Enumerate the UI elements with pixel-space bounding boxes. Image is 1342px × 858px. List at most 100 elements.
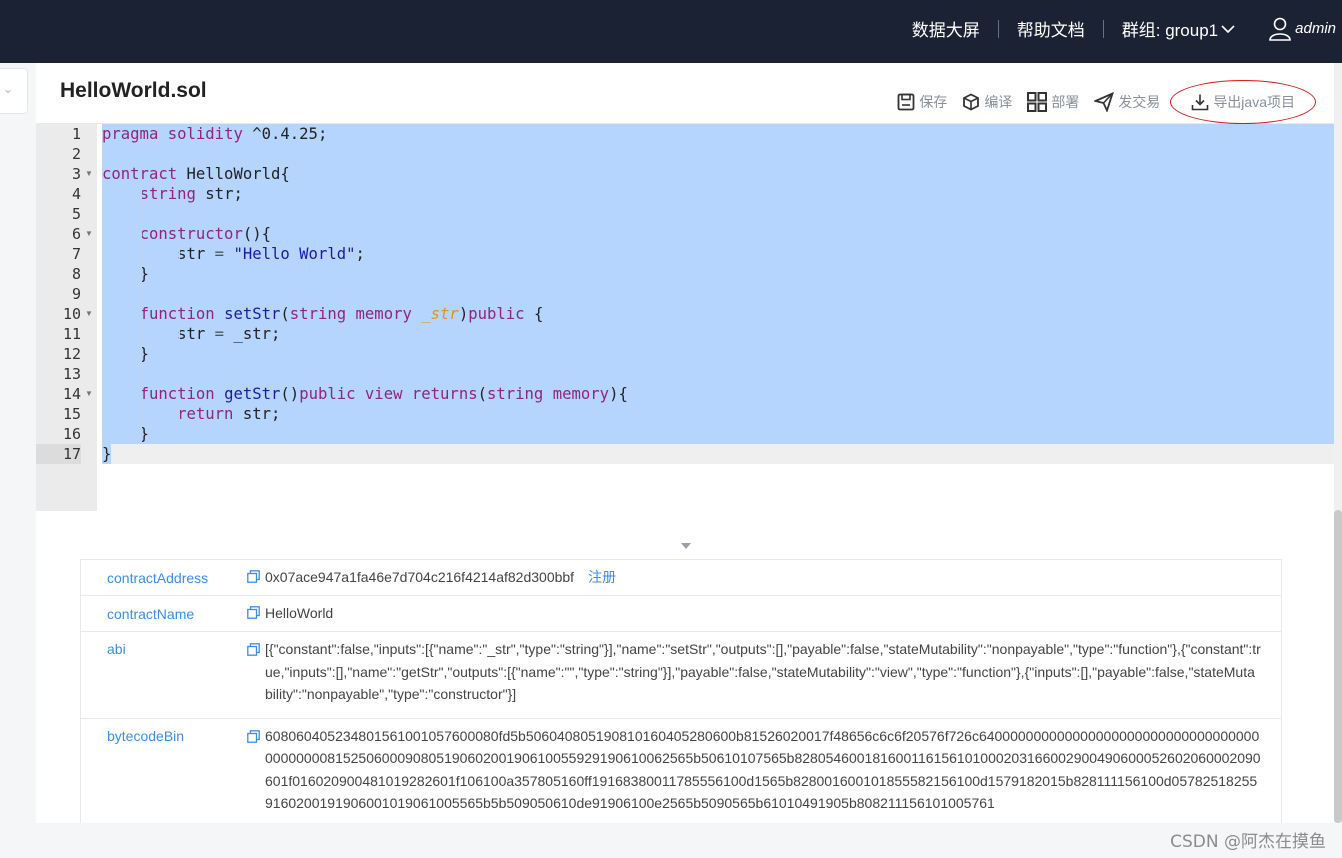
code-line: 11 str = _str; xyxy=(36,324,1334,344)
abi-label: abi xyxy=(107,641,126,657)
code-line: 8 } xyxy=(36,264,1334,284)
bytecode-value: 608060405234801561001057600080fd5b506040… xyxy=(265,727,1261,812)
bytecode-label: bytecodeBin xyxy=(107,727,185,744)
left-panel xyxy=(0,63,36,823)
code-text xyxy=(102,284,1334,304)
code-line: 7 str = "Hello World"; xyxy=(36,244,1334,264)
code-line: 6 ▼ constructor(){ xyxy=(36,224,1334,244)
code-line: 15 return str; xyxy=(36,404,1334,424)
info-row-contract-address: contractAddress 0x07ace947a1fa46e7d704c2… xyxy=(81,560,1281,596)
user-icon xyxy=(1269,17,1291,41)
username: admin xyxy=(1295,20,1336,37)
code-text: function getStr()public view returns(str… xyxy=(102,384,1334,404)
cube-icon xyxy=(963,93,980,111)
code-line: 10 ▼ function setStr(string memory _str)… xyxy=(36,304,1334,324)
line-number: 1 xyxy=(71,125,81,143)
send-transaction-button[interactable]: 发交易 xyxy=(1094,92,1160,112)
fold-toggle-icon[interactable]: ▼ xyxy=(85,164,93,184)
line-number: 8 xyxy=(71,265,81,283)
chevron-down-icon xyxy=(1221,24,1235,33)
code-text: function setStr(string memory _str)publi… xyxy=(102,304,1334,324)
save-label: 保存 xyxy=(919,94,948,110)
save-button[interactable]: 保存 xyxy=(897,92,947,112)
group-label: 群组: group1 xyxy=(1121,21,1219,40)
code-line: 9 xyxy=(36,284,1334,304)
code-text: } xyxy=(102,264,1334,284)
line-number: 12 xyxy=(62,345,81,363)
code-text: constructor(){ xyxy=(102,224,1334,244)
deploy-label: 部署 xyxy=(1051,94,1080,110)
top-bar: 数据大屏 帮助文档 群组: group1 admin xyxy=(0,0,1342,63)
line-number: 5 xyxy=(71,205,81,223)
code-line: 5 xyxy=(36,204,1334,224)
line-number: 9 xyxy=(71,285,81,303)
nav-dashboard[interactable]: 数据大屏 xyxy=(894,16,998,41)
contract-address-text: 0x07ace947a1fa46e7d704c216f4214af82d300b… xyxy=(265,569,575,586)
code-text: } xyxy=(102,444,112,464)
line-number: 10 xyxy=(62,305,81,323)
code-text: } xyxy=(102,344,1334,364)
page-scrollbar-thumb[interactable] xyxy=(1334,510,1342,823)
code-line-active: 17 } xyxy=(36,444,1334,464)
send-icon xyxy=(1094,92,1115,112)
code-text: pragma solidity ^0.4.25; xyxy=(102,124,1334,144)
indent-guide xyxy=(179,404,180,424)
info-row-abi: abi [{"constant":false,"inputs":[{"name"… xyxy=(81,632,1281,719)
fold-toggle-icon[interactable]: ▼ xyxy=(85,384,93,404)
fold-toggle-icon[interactable]: ▼ xyxy=(85,304,93,324)
line-number: 3 xyxy=(71,165,81,183)
chevron-down-icon: ⌄ xyxy=(3,82,14,96)
info-row-bytecode: bytecodeBin 6080604052348015610010576000… xyxy=(81,719,1281,827)
save-icon xyxy=(897,93,915,111)
line-number: 13 xyxy=(62,365,81,383)
line-number: 15 xyxy=(62,405,81,423)
file-name: HelloWorld.sol xyxy=(60,79,207,102)
export-java-project-button[interactable]: 导出java项目 xyxy=(1170,80,1316,124)
code-text xyxy=(102,204,1334,224)
line-number: 6 xyxy=(71,225,81,243)
contract-name-label: contractName xyxy=(107,605,195,622)
line-number: 11 xyxy=(62,325,81,343)
toolbar: 保存 编译 部署 发交易 导出java项目 xyxy=(882,80,1316,124)
compile-button[interactable]: 编译 xyxy=(962,92,1012,112)
top-nav: 数据大屏 帮助文档 群组: group1 admin xyxy=(894,0,1342,57)
abi-value: [{"constant":false,"inputs":[{"name":"_s… xyxy=(265,641,1261,702)
fold-toggle-icon[interactable]: ▼ xyxy=(85,224,93,244)
editor-panel: HelloWorld.sol 保存 编译 部署 发交易 导出java项目 1 p… xyxy=(36,63,1334,828)
code-text: string str; xyxy=(102,184,1334,204)
indent-guide xyxy=(179,324,180,344)
code-line: 13 xyxy=(36,364,1334,384)
watermark: CSDN @阿杰在摸鱼 xyxy=(1170,832,1326,852)
register-link[interactable]: 注册 xyxy=(588,569,616,585)
copy-icon[interactable] xyxy=(247,725,265,815)
contract-address-label: contractAddress xyxy=(107,569,209,586)
deploy-button[interactable]: 部署 xyxy=(1027,92,1079,112)
code-line: 3 ▼ contract HelloWorld{ xyxy=(36,164,1334,184)
line-number: 14 xyxy=(62,385,81,403)
file-header: HelloWorld.sol 保存 编译 部署 发交易 导出java项目 xyxy=(36,63,1334,124)
code-line: 16 } xyxy=(36,424,1334,444)
page-footer-area xyxy=(0,823,1342,858)
code-text xyxy=(102,364,1334,384)
code-editor[interactable]: 1 pragma solidity ^0.4.25; 2 3 ▼ contrac… xyxy=(36,124,1334,511)
copy-icon[interactable] xyxy=(247,569,265,586)
nav-help-docs[interactable]: 帮助文档 xyxy=(999,16,1103,41)
user-menu[interactable]: admin xyxy=(1253,17,1342,41)
file-tree-dropdown[interactable]: ⌄ xyxy=(0,68,28,114)
line-number: 4 xyxy=(71,185,81,203)
code-text xyxy=(102,144,1334,164)
contract-info-table: contractAddress 0x07ace947a1fa46e7d704c2… xyxy=(80,559,1282,828)
contract-name-value: HelloWorld xyxy=(265,605,334,622)
collapse-toggle-icon[interactable] xyxy=(681,543,691,549)
info-row-contract-name: contractName HelloWorld xyxy=(81,596,1281,632)
code-line: 4 string str; xyxy=(36,184,1334,204)
copy-icon[interactable] xyxy=(247,605,265,622)
group-selector[interactable]: 群组: group1 xyxy=(1104,16,1253,41)
code-line: 2 xyxy=(36,144,1334,164)
line-number: 16 xyxy=(62,425,81,443)
send-transaction-label: 发交易 xyxy=(1118,94,1161,110)
code-line: 1 pragma solidity ^0.4.25; xyxy=(36,124,1334,144)
copy-icon[interactable] xyxy=(247,638,265,706)
export-java-label: 导出java项目 xyxy=(1213,94,1295,110)
download-icon xyxy=(1192,94,1209,111)
